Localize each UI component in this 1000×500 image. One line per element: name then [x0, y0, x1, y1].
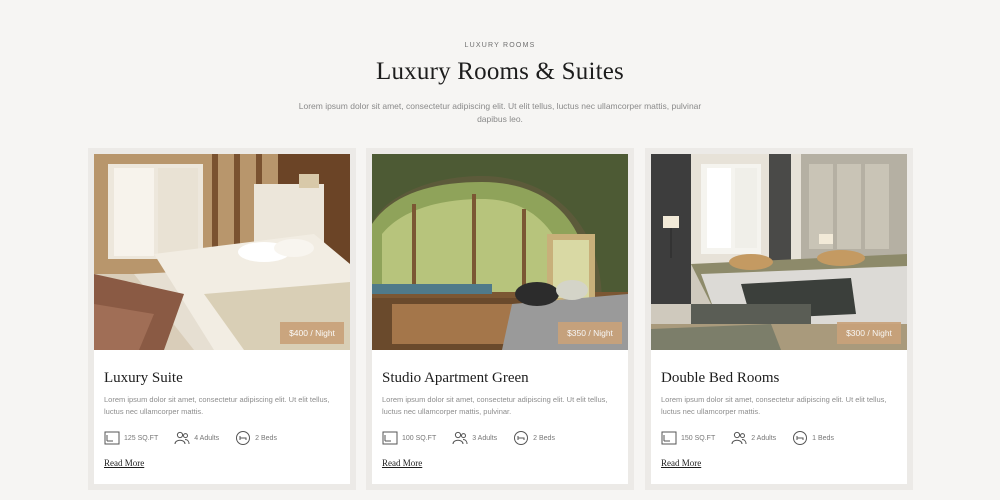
- area-icon: [382, 431, 398, 445]
- read-more-link[interactable]: Read More: [104, 458, 144, 468]
- amenity-beds: 1 Beds: [792, 430, 834, 446]
- amenity-size: 150 SQ.FT: [661, 431, 715, 445]
- amenities-list: 100 SQ.FT 3 Adults 2 Beds: [382, 430, 622, 446]
- room-size: 100 SQ.FT: [402, 434, 437, 442]
- amenity-beds: 2 Beds: [235, 430, 277, 446]
- room-guests: 3 Adults: [472, 434, 498, 442]
- amenity-guests: 2 Adults: [731, 431, 776, 445]
- room-description: Lorem ipsum dolor sit amet, consectetur …: [661, 395, 887, 416]
- room-photo[interactable]: $350 / Night: [372, 154, 628, 350]
- room-guests: 2 Adults: [751, 434, 777, 442]
- amenities-list: 125 SQ.FT 4 Adults 2 Beds: [104, 430, 344, 446]
- beds-icon: [793, 431, 808, 445]
- section-intro: Lorem ipsum dolor sit amet, consectetur …: [298, 101, 702, 124]
- room-card[interactable]: $300 / Night Double Bed Rooms Lorem ipsu…: [645, 148, 913, 490]
- price-badge: $350 / Night: [558, 322, 622, 344]
- room-size: 150 SQ.FT: [681, 434, 716, 442]
- area-icon: [661, 431, 677, 445]
- room-card[interactable]: $350 / Night Studio Apartment Green Lore…: [366, 148, 634, 490]
- read-more-link[interactable]: Read More: [661, 458, 701, 468]
- price-badge: $400 / Night: [280, 322, 344, 344]
- amenity-size: 125 SQ.FT: [104, 431, 158, 445]
- room-card-body: $300 / Night Double Bed Rooms Lorem ipsu…: [651, 154, 907, 484]
- room-guests: 4 Adults: [194, 434, 220, 442]
- area-icon: [104, 431, 120, 445]
- read-more-link[interactable]: Read More: [382, 458, 422, 468]
- room-beds: 2 Beds: [255, 434, 277, 442]
- room-description: Lorem ipsum dolor sit amet, consectetur …: [382, 395, 608, 416]
- room-photo[interactable]: $400 / Night: [94, 154, 350, 350]
- room-beds: 2 Beds: [533, 434, 555, 442]
- room-title: Luxury Suite: [104, 370, 183, 386]
- beds-icon: [514, 431, 529, 445]
- amenity-size: 100 SQ.FT: [382, 431, 436, 445]
- guests-icon: [731, 431, 747, 445]
- guests-icon: [174, 431, 190, 445]
- room-title: Studio Apartment Green: [382, 370, 529, 386]
- room-title: Double Bed Rooms: [661, 370, 780, 386]
- guests-icon: [452, 431, 468, 445]
- room-description: Lorem ipsum dolor sit amet, consectetur …: [104, 395, 330, 416]
- amenity-beds: 2 Beds: [513, 430, 555, 446]
- room-photo[interactable]: $300 / Night: [651, 154, 907, 350]
- price-badge: $300 / Night: [837, 322, 901, 344]
- room-card-body: $350 / Night Studio Apartment Green Lore…: [372, 154, 628, 484]
- room-beds: 1 Beds: [812, 434, 834, 442]
- section-eyebrow: LUXURY ROOMS: [464, 42, 536, 49]
- beds-icon: [236, 431, 251, 445]
- room-card[interactable]: $400 / Night Luxury Suite Lorem ipsum do…: [88, 148, 356, 490]
- amenity-guests: 4 Adults: [174, 431, 219, 445]
- room-card-body: $400 / Night Luxury Suite Lorem ipsum do…: [94, 154, 350, 484]
- section-title: Luxury Rooms & Suites: [376, 58, 624, 85]
- amenity-guests: 3 Adults: [452, 431, 497, 445]
- amenities-list: 150 SQ.FT 2 Adults 1 Beds: [661, 430, 901, 446]
- room-size: 125 SQ.FT: [124, 434, 159, 442]
